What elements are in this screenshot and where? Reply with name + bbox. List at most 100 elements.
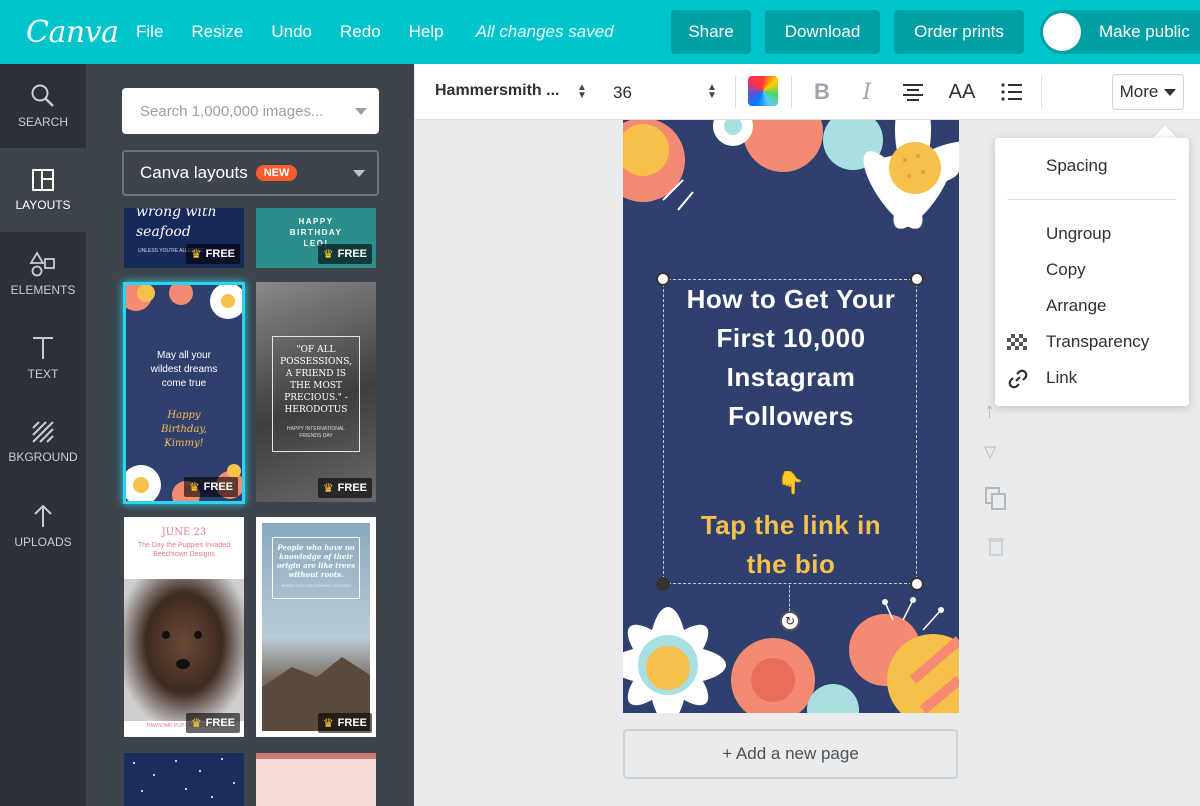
layout-thumbnail-floral-birthday[interactable]: May all your wildest dreams come true Ha…	[123, 282, 245, 504]
menu-help[interactable]: Help	[409, 22, 444, 42]
layouts-filter-select[interactable]: Canva layouts NEW	[122, 150, 379, 196]
share-button[interactable]: Share	[671, 10, 751, 54]
rail-label: UPLOADS	[14, 535, 72, 549]
resize-handle-top-left[interactable]	[656, 272, 670, 286]
crown-icon: ♛	[190, 716, 202, 730]
menu-redo[interactable]: Redo	[340, 22, 381, 42]
font-size-stepper[interactable]: ▲ ▼	[707, 83, 717, 101]
bold-icon[interactable]: B	[811, 78, 833, 106]
layout-thumbnail-birthday-leo[interactable]: HAPPY BIRTHDAY LEO! ♛ FREE	[256, 208, 376, 268]
rail-item-background[interactable]: BKGROUND	[0, 400, 86, 484]
menu-item-arrange[interactable]: Arrange	[1046, 296, 1106, 316]
menu-item-copy[interactable]: Copy	[1046, 260, 1086, 280]
list-icon[interactable]	[999, 78, 1025, 106]
rotate-connector	[789, 585, 790, 611]
thumb-date: JUNE 23	[161, 527, 207, 538]
upload-icon	[34, 504, 52, 527]
letter-case-icon[interactable]: AA	[946, 78, 978, 106]
thumb-small-text: HAPPY INTERNATIONAL FRIENDS DAY	[287, 426, 345, 439]
link-icon	[1008, 369, 1028, 389]
stars-pattern	[133, 758, 235, 798]
make-public-label: Make public	[1099, 22, 1190, 41]
thumb-small-text: SHOW YOUR BELONGING, HISTORY	[281, 583, 351, 588]
new-badge: NEW	[255, 165, 298, 181]
rail-label: SEARCH	[17, 115, 68, 129]
layout-thumbnail-friends-quote[interactable]: "OF ALL POSSESSIONS, A FRIEND IS THE MOS…	[256, 282, 376, 502]
italic-icon[interactable]: I	[856, 78, 878, 106]
layout-thumbnail-seafood[interactable]: wrong with seafood UNLESS YOU'RE ALLERGI…	[124, 208, 244, 268]
free-badge: ♛ FREE	[185, 713, 240, 733]
chevron-down-icon[interactable]	[355, 108, 367, 115]
resize-handle-bottom-right[interactable]	[910, 577, 924, 591]
elements-icon	[29, 251, 55, 277]
menu-item-ungroup[interactable]: Ungroup	[1046, 224, 1111, 244]
thumb-script-text: Happy Birthday, Kimmy!	[161, 410, 207, 449]
search-placeholder: Search 1,000,000 images...	[140, 102, 324, 120]
floral-decoration	[126, 285, 242, 501]
layout-thumbnail-puppy[interactable]: JUNE 23 The Day the Puppies Invaded Beec…	[124, 517, 244, 737]
thumb-quote: People who have no knowledge of their or…	[276, 543, 356, 579]
main-menu: File Resize Undo Redo Help All changes s…	[136, 0, 614, 64]
font-family-select[interactable]: Hammersmith ...	[435, 82, 559, 100]
crown-icon: ♛	[190, 247, 202, 261]
menu-item-transparency[interactable]: Transparency	[1046, 332, 1149, 352]
delete-icon[interactable]	[988, 536, 1004, 561]
image-search-input[interactable]: Search 1,000,000 images...	[122, 88, 379, 134]
menu-item-link[interactable]: Link	[1046, 368, 1077, 388]
resize-handle-top-right[interactable]	[910, 272, 924, 286]
free-badge: ♛ FREE	[317, 713, 372, 733]
resize-handle-bottom-left[interactable]	[656, 577, 670, 591]
thumb-text: The Day the Puppies Invaded Beechtown De…	[137, 542, 231, 558]
rail-item-layouts[interactable]: LAYOUTS	[0, 148, 86, 232]
menu-divider	[1007, 199, 1177, 200]
toggle-knob[interactable]	[1043, 13, 1081, 51]
menu-undo[interactable]: Undo	[271, 22, 312, 42]
crown-icon: ♛	[188, 480, 200, 494]
left-rail: SEARCH LAYOUTS ELEMENTS TEXT BKGROUND UP…	[0, 64, 86, 806]
layout-thumbnail-stars[interactable]	[124, 753, 244, 806]
rail-label: TEXT	[27, 367, 59, 381]
save-status: All changes saved	[475, 22, 614, 41]
text-selection-box[interactable]	[663, 279, 917, 584]
free-badge: ♛ FREE	[185, 244, 240, 264]
order-prints-button[interactable]: Order prints	[894, 10, 1024, 54]
text-color-picker[interactable]	[748, 76, 778, 106]
menu-item-spacing[interactable]: Spacing	[1046, 156, 1107, 176]
free-badge: ♛ FREE	[317, 478, 372, 498]
rail-label: ELEMENTS	[10, 283, 76, 297]
rail-item-uploads[interactable]: UPLOADS	[0, 484, 86, 568]
move-up-icon[interactable]: ↑	[984, 398, 995, 424]
download-button[interactable]: Download	[765, 10, 880, 54]
menu-file[interactable]: File	[136, 22, 163, 42]
add-page-button[interactable]: + Add a new page	[623, 729, 958, 779]
layout-thumbnail-pink[interactable]	[256, 753, 376, 806]
thumb-text: May all your wildest dreams come true	[150, 350, 218, 389]
move-down-icon[interactable]: ▽	[984, 442, 996, 462]
caret-down-icon	[1164, 88, 1177, 96]
rotate-icon[interactable]: ↻	[780, 611, 800, 631]
search-icon	[31, 84, 54, 107]
align-center-icon[interactable]	[900, 78, 926, 106]
transparency-icon	[1007, 334, 1027, 350]
text-icon	[33, 337, 53, 359]
crown-icon: ♛	[322, 247, 334, 261]
duplicate-icon[interactable]	[984, 486, 1008, 517]
rail-item-search[interactable]: SEARCH	[0, 64, 86, 148]
text-toolbar: Hammersmith ... ▲ ▼ 36 ▲ ▼ B I AA More	[415, 64, 1200, 120]
layout-thumbnail-mountains[interactable]: People who have no knowledge of their or…	[256, 517, 376, 737]
font-family-stepper[interactable]: ▲ ▼	[577, 83, 587, 101]
crown-icon: ♛	[322, 481, 334, 495]
layouts-icon	[32, 169, 54, 191]
rail-item-elements[interactable]: ELEMENTS	[0, 232, 86, 316]
make-public-toggle[interactable]: Make public	[1040, 10, 1200, 54]
dropdown-pointer	[1152, 125, 1178, 139]
chevron-down-icon	[353, 170, 365, 177]
more-button[interactable]: More	[1112, 74, 1184, 110]
font-size-input[interactable]: 36	[613, 83, 632, 103]
menu-resize[interactable]: Resize	[191, 22, 243, 42]
crown-icon: ♛	[322, 716, 334, 730]
canva-logo[interactable]: Canva	[26, 15, 136, 50]
rail-item-text[interactable]: TEXT	[0, 316, 86, 400]
rail-label: LAYOUTS	[15, 198, 71, 212]
thumb-quote: "OF ALL POSSESSIONS, A FRIEND IS THE MOS…	[280, 345, 352, 415]
